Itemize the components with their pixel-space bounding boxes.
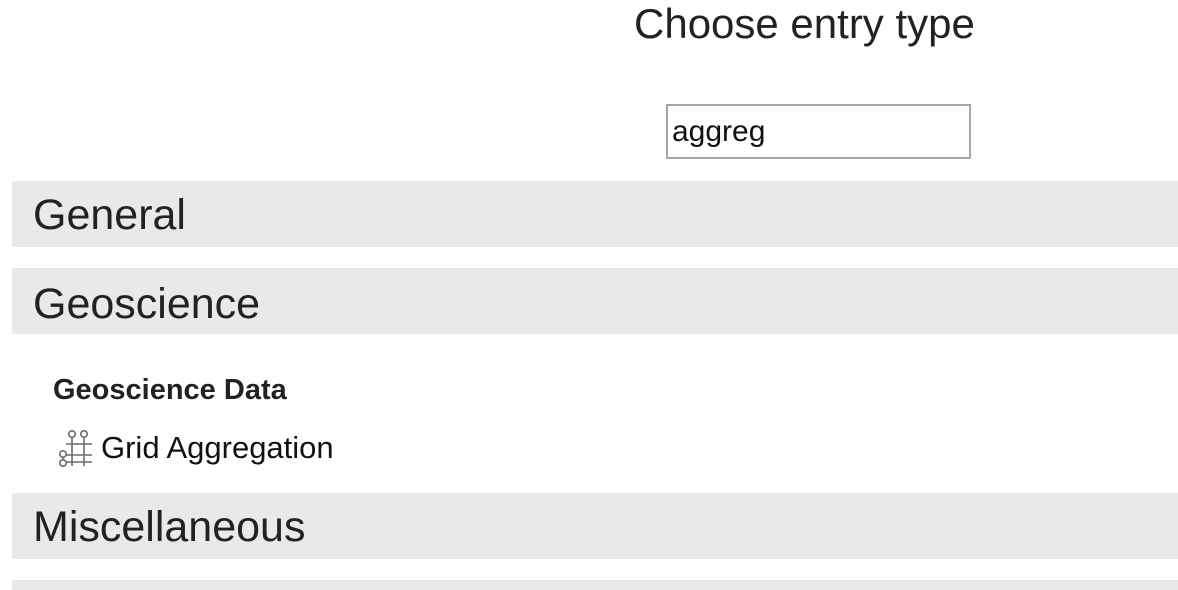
group-heading-geoscience-data: Geoscience Data	[53, 374, 287, 406]
section-label: Miscellaneous	[33, 503, 306, 551]
entry-label: Grid Aggregation	[101, 430, 334, 465]
entry-type-search-input[interactable]	[666, 104, 971, 159]
entry-type-chooser: Choose entry type General Geoscience Geo…	[0, 0, 1178, 590]
page-title: Choose entry type	[634, 0, 975, 47]
grid-aggregation-icon	[55, 429, 93, 467]
section-header-miscellaneous[interactable]: Miscellaneous	[12, 493, 1178, 559]
section-header-geoscience[interactable]: Geoscience	[12, 268, 1178, 334]
section-header-partial[interactable]	[12, 580, 1178, 590]
entry-grid-aggregation[interactable]: Grid Aggregation	[55, 428, 334, 468]
section-label: Geoscience	[33, 280, 261, 328]
section-header-general[interactable]: General	[12, 181, 1178, 247]
section-label: General	[33, 191, 186, 239]
